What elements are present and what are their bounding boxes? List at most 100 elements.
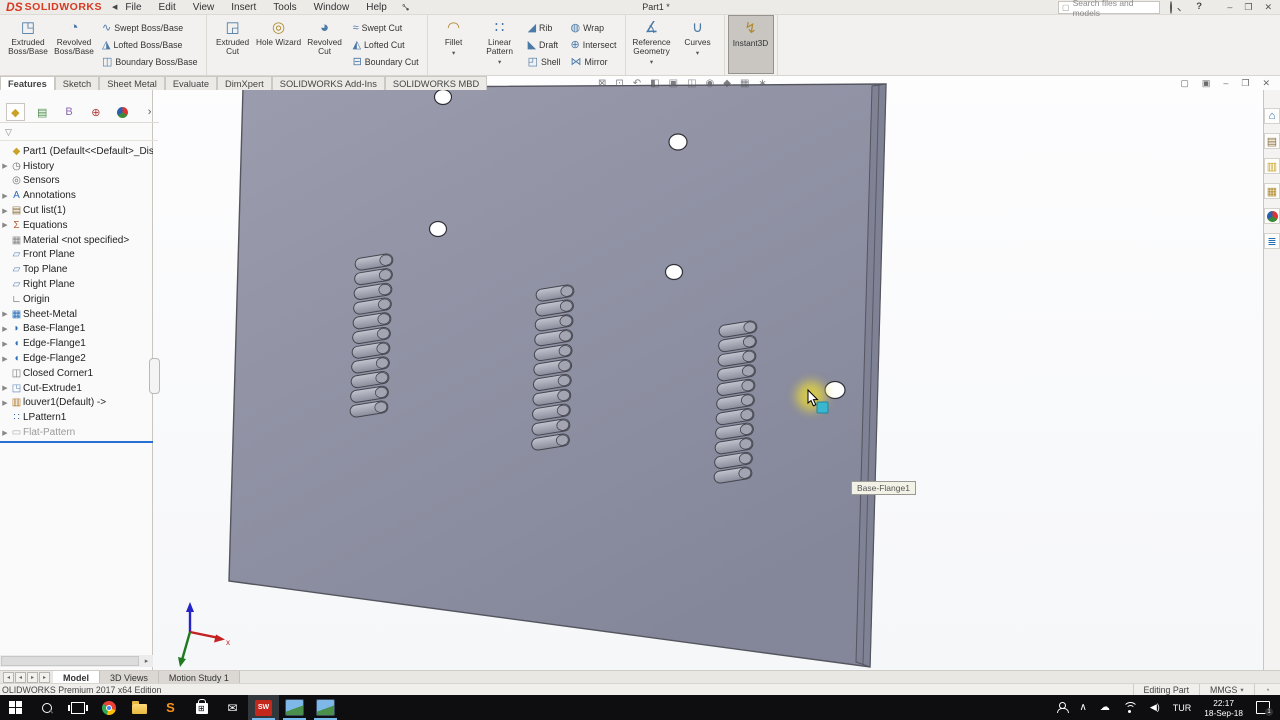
design-library-icon[interactable]: ▤ [1264,133,1280,149]
appearances-icon[interactable] [1264,208,1280,224]
linear-pattern-button[interactable]: ∷Linear Pattern▾ [477,15,523,74]
tab-nav-arrow-0[interactable]: ◂ [3,672,14,683]
menu-view[interactable]: View [193,2,215,13]
rollback-bar[interactable] [0,441,153,443]
start-button[interactable] [0,695,31,720]
expand-arrow-icon[interactable]: ▶ [0,162,10,170]
shell-button[interactable]: ◰Shell [523,53,566,70]
tab-solidworks-add-ins[interactable]: SOLIDWORKS Add-Ins [272,76,385,90]
hole-4[interactable] [666,265,683,280]
zoom-to-fit-icon[interactable]: ⊠ [598,78,606,92]
clock[interactable]: 22:17 18-Sep-18 [1204,698,1243,718]
edit-appearance-icon[interactable]: ◆ [723,78,731,92]
doc-restore-button[interactable]: ❐ [1241,78,1249,89]
apply-scene-icon[interactable]: ▦ [740,78,749,92]
chrome-icon[interactable] [93,695,124,720]
chevron-down-icon[interactable]: ▾ [498,58,501,66]
tree-root-item[interactable]: ◆Part1 (Default<<Default>_Display State [0,144,153,159]
instant3d-button[interactable]: ↯Instant3D [728,15,774,74]
revolved-boss-base-button[interactable]: ◔Revolved Boss/Base [51,15,97,74]
tree-item-flat-pattern[interactable]: ▶▭Flat-Pattern [0,425,153,440]
expand-arrow-icon[interactable]: ▶ [0,310,10,318]
scrollbar-thumb[interactable] [1,656,139,666]
zoom-to-area-icon[interactable]: ⊡ [615,78,623,92]
tree-item-origin[interactable]: ∟Origin [0,292,153,307]
graphics-viewport[interactable]: x Base-Flange1 [153,76,1263,670]
scrollbar-right-arrow[interactable]: ▸ [140,655,153,667]
previous-view-icon[interactable]: ↶ [633,78,641,92]
hole-3[interactable] [430,222,447,237]
chevron-down-icon[interactable]: ▾ [452,49,455,57]
minimize-button[interactable]: – [1227,2,1232,13]
tree-item-front-plane[interactable]: ▱Front Plane [0,248,153,263]
tree-item-sensors[interactable]: ◎Sensors [0,174,153,189]
tree-filter[interactable]: ▽ [0,124,158,141]
tab-solidworks-mbd[interactable]: SOLIDWORKS MBD [385,76,487,90]
tree-item-sheet-metal[interactable]: ▶▦Sheet-Metal [0,307,153,322]
tree-item-edge-flange2[interactable]: ▶◖Edge-Flange2 [0,351,153,366]
tree-item-material-not-specified-[interactable]: ▦Material <not specified> [0,233,153,248]
tree-item-annotations[interactable]: ▶AAnnotations [0,188,153,203]
tree-item-history[interactable]: ▶◷History [0,159,153,174]
swept-cut-button[interactable]: ≈Swept Cut [348,19,424,36]
home-icon[interactable]: ⌂ [1264,108,1280,124]
displaymanager-tab[interactable] [113,103,132,121]
onedrive-icon[interactable]: ☁ [1100,702,1110,713]
tab-sketch[interactable]: Sketch [55,76,99,90]
expand-arrow-icon[interactable]: ▶ [0,325,10,333]
draft-button[interactable]: ◣Draft [523,36,566,53]
tree-item-cut-extrude1[interactable]: ▶◳Cut-Extrude1 [0,381,153,396]
custom-properties-icon[interactable]: ≣ [1264,233,1280,249]
tab-nav-arrow-3[interactable]: ▸ [39,672,50,683]
tree-item-top-plane[interactable]: ▱Top Plane [0,262,153,277]
expand-arrow-icon[interactable]: ▶ [0,429,10,437]
pin-icon[interactable]: ⊶ [398,0,412,14]
view-settings-icon[interactable]: ∗ [758,78,766,92]
reference-geometry-button[interactable]: ∡Reference Geometry▾ [629,15,675,74]
section-view-icon[interactable]: ◧ [650,78,659,92]
tab-dimxpert[interactable]: DimXpert [217,76,272,90]
featuremanager-tab[interactable]: ◆ [6,103,25,121]
media-app-icon-2[interactable] [310,695,341,720]
doc-close-button[interactable]: ✕ [1262,78,1270,89]
expand-arrow-icon[interactable]: ▶ [0,384,10,392]
close-button[interactable]: ✕ [1264,2,1272,13]
hole-2[interactable] [669,134,687,150]
wifi-icon[interactable] [1123,702,1137,713]
search-button[interactable] [31,695,62,720]
expand-arrow-icon[interactable]: ▶ [0,340,10,348]
menu-collapse-icon[interactable]: ◀ [112,3,117,11]
action-center-icon[interactable]: 1 [1256,701,1270,714]
tree-item-base-flange1[interactable]: ▶◗Base-Flange1 [0,322,153,337]
media-app-icon-1[interactable] [279,695,310,720]
lofted-cut-button[interactable]: ◭Lofted Cut [348,36,424,53]
hide-show-items-icon[interactable]: ◉ [706,78,715,92]
file-explorer-icon[interactable]: ▥ [1264,158,1280,174]
boundary-boss-base-button[interactable]: ◫Boundary Boss/Base [97,53,203,70]
mail-icon[interactable]: ✉ [217,695,248,720]
tree-item-edge-flange1[interactable]: ▶◖Edge-Flange1 [0,336,153,351]
extruded-boss-base-button[interactable]: ◳Extruded Boss/Base [5,15,51,74]
hole-5[interactable] [825,382,845,399]
configurationmanager-tab[interactable]: B [60,103,79,121]
mirror-button[interactable]: ⋈Mirror [566,53,622,70]
expand-arrow-icon[interactable]: ▶ [0,207,10,215]
people-icon[interactable] [1057,702,1067,713]
menu-edit[interactable]: Edit [159,2,176,13]
tab-sheet-metal[interactable]: Sheet Metal [99,76,165,90]
microsoft-store-icon[interactable] [186,695,217,720]
menu-tools[interactable]: Tools [273,2,296,13]
tree-horizontal-scrollbar[interactable]: ▸ [0,655,153,667]
fillet-button[interactable]: ◠Fillet▾ [431,15,477,74]
tree-item-louver1-default-[interactable]: ▶▥louver1(Default) -> [0,396,153,411]
tab-nav-arrow-1[interactable]: ◂ [15,672,26,683]
expand-arrow-icon[interactable]: ▶ [0,399,10,407]
file-explorer-taskbar-icon[interactable] [124,695,155,720]
show-hidden-icons[interactable]: ∧ [1080,702,1087,713]
revolved-cut-button[interactable]: ◕Revolved Cut [302,15,348,74]
propertymanager-tab[interactable]: ▤ [33,103,52,121]
view-orientation-icon[interactable]: ▣ [669,78,678,92]
curves-button[interactable]: ∪Curves▾ [675,15,721,74]
tree-item-equations[interactable]: ▶ΣEquations [0,218,153,233]
rib-button[interactable]: ◢Rib [523,19,566,36]
